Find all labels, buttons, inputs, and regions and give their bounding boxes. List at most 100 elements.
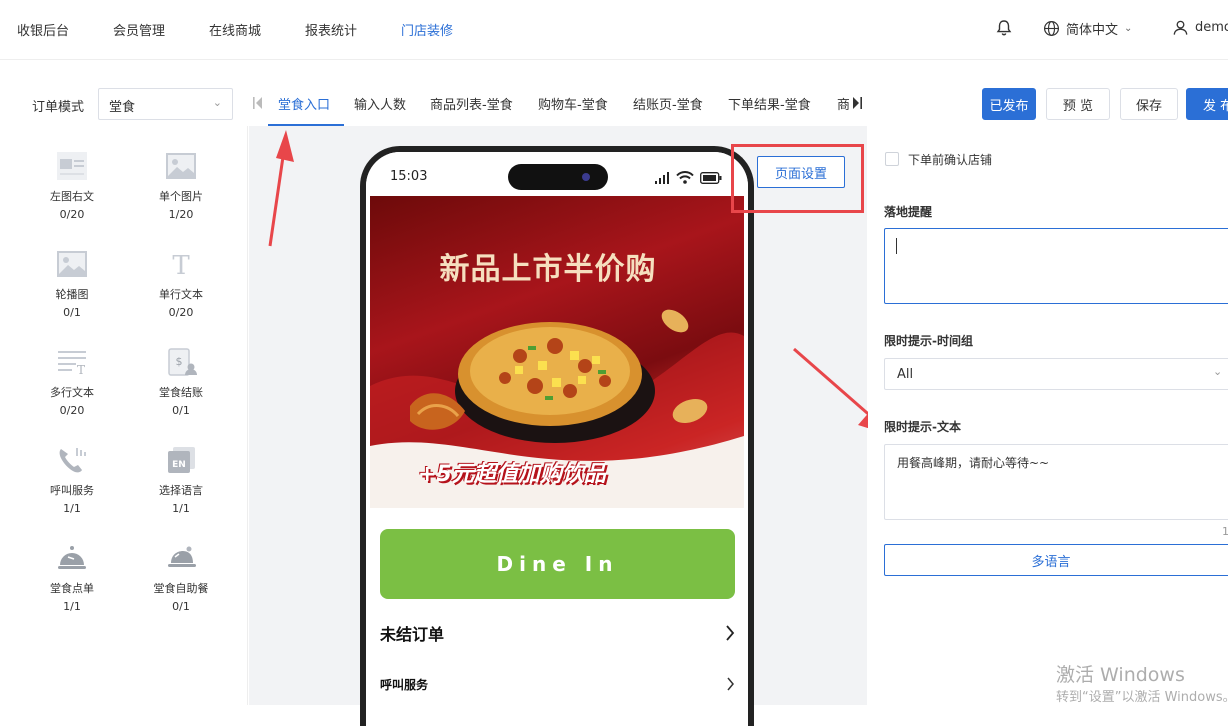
unpaid-orders-row[interactable]: 未结订单 — [380, 618, 735, 648]
order-mode-select[interactable]: 堂食 ⌄ — [98, 88, 233, 120]
battery-icon — [700, 172, 722, 184]
svg-text:T: T — [172, 251, 190, 279]
component-count: 0/20 — [168, 306, 194, 319]
nav-item-store-decoration[interactable]: 门店装修 — [401, 20, 453, 39]
cloche-icon — [55, 542, 89, 574]
svg-text:$: $ — [176, 355, 183, 368]
tab-product-list[interactable]: 商品列表-堂食 — [430, 94, 513, 113]
component-name: 轮播图 — [55, 288, 89, 301]
multilanguage-button[interactable]: 多语言 — [884, 544, 1228, 576]
tab-dine-in-entry[interactable]: 堂食入口 — [278, 94, 330, 113]
component-name: 单个图片 — [159, 190, 203, 203]
language-label: 简体中文 — [1066, 23, 1119, 38]
status-time: 15:03 — [390, 169, 428, 184]
buffet-icon — [164, 542, 198, 574]
order-mode-label: 订单模式 — [32, 100, 85, 115]
component-count: 1/1 — [63, 600, 81, 613]
component-count: 1/1 — [63, 502, 81, 515]
tab-cart[interactable]: 购物车-堂食 — [538, 94, 608, 113]
component-name: 堂食自助餐 — [153, 582, 209, 595]
component-count: 1/1 — [172, 502, 190, 515]
tip-text-label: 限时提示-文本 — [884, 420, 961, 434]
annotation-highlight-box — [731, 144, 864, 213]
svg-text:T: T — [77, 363, 85, 377]
landing-reminder-textarea[interactable] — [884, 228, 1228, 304]
save-button[interactable]: 保存 — [1120, 88, 1178, 120]
text-icon: T — [164, 248, 198, 280]
tab-order-result[interactable]: 下单结果-堂食 — [728, 94, 811, 113]
component-image-text[interactable]: 左图右文 0/20 — [27, 150, 117, 221]
tip-text-textarea[interactable]: 用餐高峰期，请耐心等待~~ — [884, 444, 1228, 520]
windows-watermark-subtitle: 转到“设置”以激活 Windows。 — [1056, 690, 1228, 705]
svg-text:EN: EN — [172, 460, 186, 470]
component-count: 0/1 — [63, 306, 81, 319]
language-icon: EN — [164, 444, 198, 476]
text-cursor — [896, 238, 897, 254]
tab-scroll-left-icon[interactable] — [252, 96, 264, 110]
nav-item-online-mall[interactable]: 在线商城 — [209, 20, 261, 39]
char-count: 1 — [1222, 525, 1228, 538]
component-name: 选择语言 — [159, 484, 203, 497]
status-bar: 15:03 — [366, 152, 748, 196]
tab-enter-guests[interactable]: 输入人数 — [354, 94, 406, 113]
banner-promo-text: +5元超值加购饮品 — [418, 462, 606, 487]
checkout-icon: $ — [164, 346, 198, 378]
notification-bell-icon[interactable] — [995, 19, 1013, 37]
component-count: 1/20 — [168, 208, 194, 221]
image-text-icon — [55, 150, 89, 182]
component-select-language[interactable]: EN 选择语言 1/1 — [136, 444, 226, 515]
dine-in-button[interactable]: Dine In — [380, 529, 735, 599]
banner-title: 新品上市半价购 — [439, 252, 657, 287]
tab-scroll-right-icon[interactable] — [851, 96, 863, 110]
component-name: 左图右文 — [50, 190, 94, 203]
component-name: 单行文本 — [159, 288, 203, 301]
component-count: 0/20 — [59, 404, 85, 417]
unpaid-orders-label: 未结订单 — [380, 625, 445, 644]
component-dine-in-checkout[interactable]: $ 堂食结账 0/1 — [136, 346, 226, 417]
component-count: 0/20 — [59, 208, 85, 221]
confirm-store-checkbox[interactable] — [885, 152, 899, 166]
confirm-store-label: 下单前确认店铺 — [908, 153, 993, 167]
promo-banner[interactable]: 新品上市半价购 +5元超值加购饮品 — [370, 196, 744, 508]
image-icon — [164, 150, 198, 182]
component-buffet[interactable]: 堂食自助餐 0/1 — [136, 542, 226, 613]
component-dine-in-order[interactable]: 堂食点单 1/1 — [27, 542, 117, 613]
signal-icon — [654, 172, 670, 184]
time-group-select[interactable]: All ⌄ — [884, 358, 1228, 390]
windows-watermark-title: 激活 Windows — [1056, 664, 1185, 686]
page-tabs: 堂食入口 输入人数 商品列表-堂食 购物车-堂食 结账页-堂食 下单结果-堂食 … — [248, 82, 868, 126]
user-menu[interactable]: demo — [1172, 19, 1228, 36]
component-call-service[interactable]: 呼叫服务 1/1 — [27, 444, 117, 515]
chevron-down-icon: ⌄ — [1213, 365, 1223, 378]
preview-button[interactable]: 预 览 — [1046, 88, 1110, 120]
component-name: 多行文本 — [50, 386, 94, 399]
carousel-icon — [55, 248, 89, 280]
call-service-row[interactable]: 呼叫服务 — [380, 672, 735, 696]
component-single-line-text[interactable]: T 单行文本 0/20 — [136, 248, 226, 319]
nav-item-members[interactable]: 会员管理 — [113, 20, 165, 39]
call-service-label: 呼叫服务 — [380, 677, 429, 692]
component-count: 0/1 — [172, 404, 190, 417]
component-panel: 左图右文 0/20 单个图片 1/20 轮播图 0/1 T 单行文本 0/20 … — [0, 126, 248, 705]
nav-item-cashier[interactable]: 收银后台 — [17, 20, 69, 39]
settings-panel: 下单前确认店铺 落地提醒 限时提示-时间组 All ⌄ 限时提示-文本 用餐高峰… — [868, 126, 1228, 705]
component-carousel[interactable]: 轮播图 0/1 — [27, 248, 117, 319]
publish-button[interactable]: 发 布 — [1186, 88, 1228, 120]
multiline-text-icon: T — [55, 346, 89, 378]
component-name: 堂食点单 — [50, 582, 94, 595]
top-navigation-bar: 收银后台 会员管理 在线商城 报表统计 门店装修 简体中文 ⌄ demo — [0, 0, 1228, 60]
component-single-image[interactable]: 单个图片 1/20 — [136, 150, 226, 221]
component-multi-line-text[interactable]: T 多行文本 0/20 — [27, 346, 117, 417]
time-group-value: All — [897, 367, 914, 382]
tab-truncated[interactable]: 商 — [837, 94, 849, 113]
username-label: demo — [1195, 20, 1228, 35]
phone-preview: 15:03 新品上市半价购 +5元超值加购饮品 Dine In 未结订单 呼叫服… — [360, 146, 754, 726]
landing-reminder-label: 落地提醒 — [884, 205, 933, 219]
published-button[interactable]: 已发布 — [982, 88, 1036, 120]
chevron-down-icon: ⌄ — [1124, 23, 1133, 34]
chevron-down-icon: ⌄ — [212, 96, 222, 109]
tab-checkout[interactable]: 结账页-堂食 — [633, 94, 703, 113]
nav-item-reports[interactable]: 报表统计 — [305, 20, 357, 39]
time-group-label: 限时提示-时间组 — [884, 334, 973, 348]
language-selector[interactable]: 简体中文 ⌄ — [1043, 19, 1132, 38]
